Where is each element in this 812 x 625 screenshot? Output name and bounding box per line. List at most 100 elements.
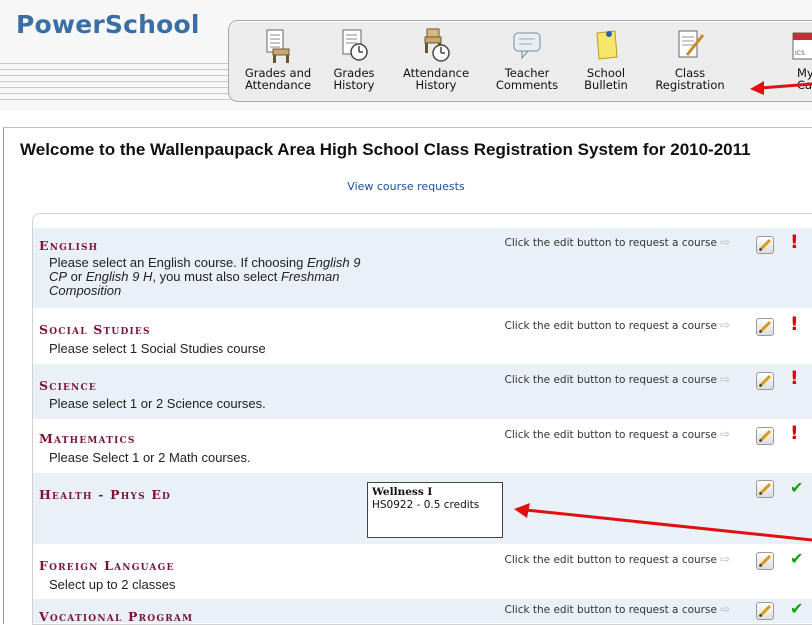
toolbar-class-registration[interactable]: Class Registration <box>655 27 725 91</box>
grades-history-icon <box>342 29 368 61</box>
teacher-comments-icon <box>513 32 541 60</box>
edit-hint-text: Click the edit button to request a cours… <box>504 554 717 566</box>
edit-hint-text: Click the edit button to request a cours… <box>504 237 717 249</box>
edit-button[interactable] <box>756 602 774 620</box>
subject-title: Vocational Program <box>39 609 194 624</box>
edit-button[interactable] <box>756 552 774 570</box>
description-text: or <box>67 269 86 284</box>
pencil-icon <box>758 482 772 496</box>
attendance-history-icon <box>424 28 450 62</box>
edit-button[interactable] <box>756 480 774 498</box>
status-incomplete-icon: ! <box>790 313 799 335</box>
pencil-tip <box>759 384 762 387</box>
pencil-body <box>758 429 772 443</box>
description-text: , you must also select <box>152 269 281 284</box>
status-complete-icon: ✔ <box>790 599 804 618</box>
view-course-requests-link[interactable]: View course requests <box>0 180 812 193</box>
description-text: Please select 1 or 2 Science courses. <box>49 396 266 411</box>
toolbar-school-bulletin[interactable]: School Bulletin <box>571 27 641 91</box>
pencil-tip <box>759 564 762 567</box>
pencil-body <box>758 604 772 618</box>
status-incomplete-icon: ! <box>790 367 799 389</box>
subject-description: Please Select 1 or 2 Math courses. <box>49 451 379 465</box>
edit-hint: Click the edit button to request a cours… <box>505 602 730 616</box>
pencil-body <box>758 320 772 334</box>
subject-title: English <box>39 238 99 253</box>
subject-row-english: English Please select an English course.… <box>33 228 812 308</box>
description-text: Please Select 1 or 2 Math courses. <box>49 450 251 465</box>
pencil-icon <box>758 374 772 388</box>
edit-button[interactable] <box>756 318 774 336</box>
class-registration-icon <box>678 30 705 58</box>
edit-hint-text: Click the edit button to request a cours… <box>504 604 717 616</box>
edit-hint: Click the edit button to request a cours… <box>505 372 730 386</box>
selected-course-card[interactable]: Wellness I HS0922 - 0.5 credits <box>367 482 503 538</box>
pencil-tip <box>759 492 762 495</box>
school-bulletin-icon <box>596 30 618 60</box>
arrow-right-icon: ⇨ <box>719 372 730 386</box>
pencil-icon <box>758 554 772 568</box>
edit-hint: Click the edit button to request a cours… <box>505 318 730 332</box>
course-name: Wellness I <box>372 486 433 498</box>
pencil-icon <box>758 320 772 334</box>
pencil-icon <box>758 604 772 618</box>
toolbar-label: School Bulletin <box>584 66 628 92</box>
toolbar-grades-history[interactable]: Grades History <box>319 27 389 91</box>
pencil-body <box>758 374 772 388</box>
arrow-right-icon: ⇨ <box>719 427 730 441</box>
subject-title: Mathematics <box>39 431 136 446</box>
app-logo[interactable]: PowerSchool <box>16 10 200 39</box>
toolbar-grades-attendance[interactable]: Grades and Attendance <box>243 27 313 91</box>
annotation-arrow-icon <box>514 503 812 542</box>
pencil-icon <box>758 429 772 443</box>
grades-attendance-icon <box>266 29 290 63</box>
subject-description: Please select 1 or 2 Science courses. <box>49 397 379 411</box>
edit-hint-text: Click the edit button to request a cours… <box>504 429 717 441</box>
subject-title: Social Studies <box>39 322 151 337</box>
arrow-right-icon: ⇨ <box>719 318 730 332</box>
toolbar-label: Teacher Comments <box>495 66 559 92</box>
arrow-right-icon: ⇨ <box>719 602 730 616</box>
pencil-tip <box>759 248 762 251</box>
subject-row-social-studies: Social Studies Please select 1 Social St… <box>33 308 812 364</box>
subject-description: Please select 1 Social Studies course <box>49 342 379 356</box>
arrow-right-icon: ⇨ <box>719 552 730 566</box>
toolbar-label: Grades and Attendance <box>244 66 312 92</box>
calendar-icon: ICS <box>792 32 812 60</box>
toolbar-attendance-history[interactable]: Attendance History <box>401 27 471 91</box>
status-complete-icon: ✔ <box>790 549 804 568</box>
page-title: Welcome to the Wallenpaupack Area High S… <box>20 140 751 159</box>
description-text: Select up to 2 classes <box>49 577 176 592</box>
edit-hint-text: Click the edit button to request a cours… <box>504 320 717 332</box>
svg-text:ICS: ICS <box>795 50 805 57</box>
edit-hint: Click the edit button to request a cours… <box>505 552 730 566</box>
description-text: Please select 1 Social Studies course <box>49 341 266 356</box>
edit-hint: Click the edit button to request a cours… <box>505 427 730 441</box>
subject-title: Health - Phys Ed <box>39 487 172 502</box>
pencil-tip <box>759 614 762 617</box>
toolbar-label: Grades History <box>333 66 375 92</box>
toolbar-teacher-comments[interactable]: Teacher Comments <box>492 27 562 91</box>
edit-hint-text: Click the edit button to request a cours… <box>504 374 717 386</box>
subject-row-science: Science Please select 1 or 2 Science cou… <box>33 364 812 419</box>
pencil-icon <box>758 238 772 252</box>
toolbar-label: Attendance History <box>402 66 470 92</box>
course-code-credits: HS0922 - 0.5 credits <box>372 499 480 511</box>
subject-title: Science <box>39 378 97 393</box>
status-complete-icon: ✔ <box>790 478 804 497</box>
pencil-body <box>758 554 772 568</box>
subject-row-mathematics: Mathematics Please Select 1 or 2 Math co… <box>33 419 812 473</box>
pencil-body <box>758 482 772 496</box>
subject-title: Foreign Language <box>39 558 175 573</box>
subject-description: Select up to 2 classes <box>49 578 379 592</box>
pencil-tip <box>759 439 762 442</box>
pencil-body <box>758 238 772 252</box>
subject-description: Please select an English course. If choo… <box>49 256 379 298</box>
annotation-arrow-icon <box>750 81 812 95</box>
edit-button[interactable] <box>756 427 774 445</box>
subject-row-vocational-program: Vocational Program Click the edit button… <box>33 599 812 624</box>
description-text: Please select an English course. If choo… <box>49 255 307 270</box>
edit-button[interactable] <box>756 372 774 390</box>
status-incomplete-icon: ! <box>790 422 799 444</box>
edit-button[interactable] <box>756 236 774 254</box>
